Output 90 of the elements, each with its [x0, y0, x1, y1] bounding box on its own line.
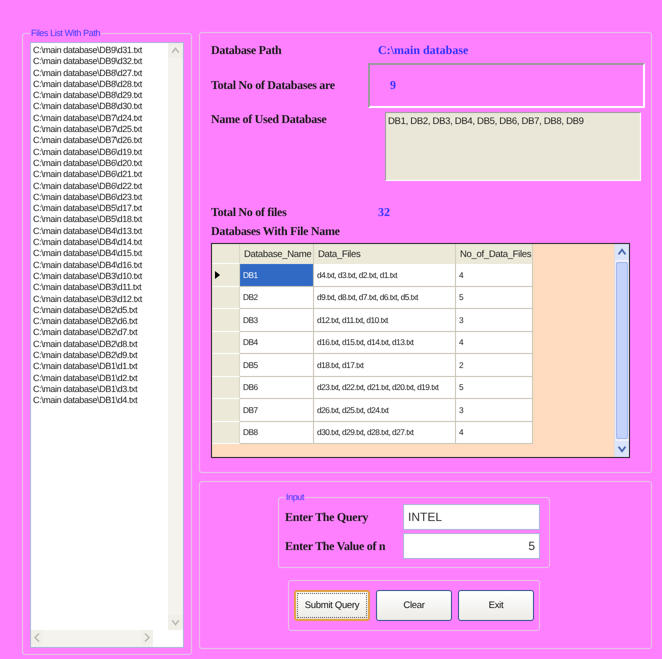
file-item[interactable]: C:\main database\DB3\d11.txt [33, 282, 142, 294]
query-field[interactable]: INTEL [403, 504, 540, 530]
table-cell: d23.txt, d22.txt, d21.txt, d20.txt, d19.txt [314, 376, 456, 399]
table-cell: 2 [456, 354, 533, 376]
table-cell: DB4 [240, 332, 314, 354]
count-label: Total No of Databases are [211, 78, 336, 93]
group-title: Files List With Path [30, 28, 102, 38]
table-cell: d26.txt, d25.txt, d24.txt [314, 399, 456, 422]
table-cell: DB8 [240, 422, 314, 444]
file-item[interactable]: C:\main database\DB1\d1.txt [33, 361, 138, 373]
file-item[interactable]: C:\main database\DB6\d23.txt [33, 192, 142, 204]
file-item[interactable]: C:\main database\DB1\d4.txt [33, 395, 138, 406]
file-item[interactable]: C:\main database\DB6\d20.txt [33, 158, 142, 170]
file-item[interactable]: C:\main database\DB3\d12.txt [33, 294, 142, 305]
file-item[interactable]: C:\main database\DB6\d21.txt [33, 169, 142, 181]
table-cell: d16.txt, d15.txt, d14.txt, d13.txt [314, 332, 456, 354]
row-header[interactable] [212, 264, 240, 286]
table-cell: 4 [456, 264, 533, 286]
path-value: C:\main database [378, 43, 468, 58]
table-cell: DB5 [240, 354, 314, 376]
group-title: Input [285, 492, 306, 502]
table-cell: DB7 [240, 399, 314, 422]
file-item[interactable]: C:\main database\DB4\d14.txt [33, 237, 142, 248]
file-item[interactable]: C:\main database\DB6\d22.txt [33, 180, 142, 192]
exit-button[interactable]: Exit [458, 590, 534, 621]
table-cell: 3 [456, 309, 533, 332]
file-item[interactable]: C:\main database\DB7\d26.txt [33, 135, 142, 147]
file-item[interactable]: C:\main database\DB8\d29.txt [33, 90, 142, 102]
file-item[interactable]: C:\main database\DB7\d24.txt [33, 112, 142, 124]
n-label: Enter The Value of n [285, 538, 386, 554]
names-label: Name of Used Database [211, 112, 328, 127]
clear-button[interactable]: Clear [376, 590, 452, 621]
file-item[interactable]: C:\main database\DB2\d7.txt [33, 327, 138, 339]
path-label: Database Path [211, 43, 282, 58]
file-item[interactable]: C:\main database\DB2\d8.txt [33, 338, 138, 350]
file-item[interactable]: C:\main database\DB2\d6.txt [33, 316, 138, 328]
column-header[interactable]: Database_Name [240, 244, 314, 264]
file-item[interactable]: C:\main database\DB8\d30.txt [33, 101, 142, 113]
file-item[interactable]: C:\main database\DB5\d18.txt [33, 214, 142, 226]
file-item[interactable]: C:\main database\DB1\d3.txt [33, 384, 138, 396]
file-item[interactable]: C:\main database\DB1\d2.txt [33, 372, 138, 384]
file-item[interactable]: C:\main database\DB6\d19.txt [33, 146, 142, 158]
row-pointer-icon [215, 270, 220, 279]
scroll-left-icon[interactable] [31, 630, 43, 645]
table-cell: d12.txt, d11.txt, d10.txt [314, 309, 456, 332]
file-item[interactable]: C:\main database\DB4\d13.txt [33, 226, 142, 238]
vertical-scrollbar[interactable] [168, 43, 183, 630]
table-label: Databases With File Name [211, 224, 341, 239]
names-field[interactable]: DB1, DB2, DB3, DB4, DB5, DB6, DB7, DB8, DB9 [385, 112, 641, 181]
file-item[interactable]: C:\main database\DB9\d31.txt [33, 45, 142, 56]
table-cell: DB3 [240, 309, 314, 332]
table-cell: d18.txt, d17.txt [314, 354, 456, 376]
file-item[interactable]: C:\main database\DB4\d16.txt [33, 260, 142, 271]
scroll-down-icon[interactable] [615, 441, 629, 457]
file-item[interactable]: C:\main database\DB8\d28.txt [33, 78, 142, 90]
files-value: 32 [378, 205, 390, 220]
file-item[interactable]: C:\main database\DB7\d25.txt [33, 124, 142, 136]
table-cell: DB6 [240, 376, 314, 399]
file-item[interactable]: C:\main database\DB9\d32.txt [33, 56, 142, 68]
vertical-scrollbar[interactable] [614, 244, 629, 457]
files-label: Total No of files [211, 205, 288, 220]
file-item[interactable]: C:\main database\DB8\d27.txt [33, 68, 142, 79]
scroll-down-icon[interactable] [168, 615, 183, 630]
table-cell: d30.txt, d29.txt, d28.txt, d27.txt [314, 422, 456, 444]
table-cell: 4 [456, 422, 533, 444]
table-cell: d4.txt, d3.txt, d2.txt, d1.txt [314, 264, 456, 286]
count-value: 9 [390, 78, 396, 93]
corner-cell [212, 244, 240, 264]
file-item[interactable]: C:\main database\DB4\d15.txt [33, 248, 142, 260]
table-cell: 3 [456, 399, 533, 422]
query-label: Enter The Query [285, 510, 370, 524]
table-cell: DB2 [240, 286, 314, 309]
table-cell: 5 [456, 286, 533, 309]
submit-button[interactable]: Submit Query [294, 590, 370, 621]
table-cell: d9.txt, d8.txt, d7.txt, d6.txt, d5.txt [314, 286, 456, 309]
scroll-thumb[interactable] [616, 262, 628, 439]
file-item[interactable]: C:\main database\DB5\d17.txt [33, 203, 142, 214]
scroll-up-icon[interactable] [168, 43, 183, 58]
table-cell: 4 [456, 332, 533, 354]
scroll-right-icon[interactable] [141, 630, 153, 645]
column-header[interactable]: Data_Files [314, 244, 456, 264]
file-item[interactable]: C:\main database\DB2\d5.txt [33, 304, 138, 316]
file-item[interactable]: C:\main database\DB2\d9.txt [33, 350, 138, 362]
table-cell: DB1 [240, 264, 314, 286]
file-item[interactable]: C:\main database\DB3\d10.txt [33, 270, 142, 282]
n-field[interactable]: 5 [403, 533, 540, 559]
column-header[interactable]: No_of_Data_Files [456, 244, 533, 264]
horizontal-scrollbar[interactable] [31, 630, 153, 647]
scroll-up-icon[interactable] [615, 244, 629, 260]
table-cell: 5 [456, 376, 533, 399]
